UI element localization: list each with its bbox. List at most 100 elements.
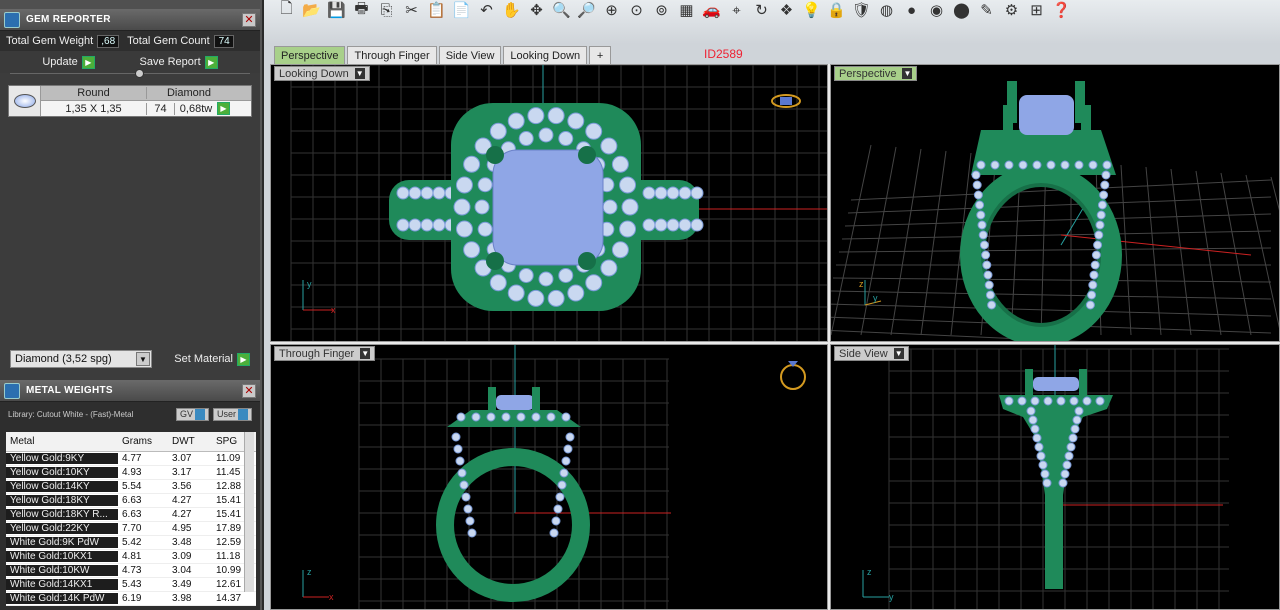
accent-diamond	[567, 284, 585, 302]
accent-diamond	[489, 122, 507, 140]
col-dwt[interactable]: DWT	[168, 436, 212, 447]
svg-text:y: y	[307, 279, 312, 289]
accent-diamond	[982, 260, 992, 270]
table-row[interactable]: White Gold:10KX1 4.81 3.09 11.18	[6, 550, 256, 564]
layers-icon[interactable]: ❖	[776, 0, 797, 20]
accent-diamond	[455, 176, 473, 194]
material-select[interactable]: Diamond (3,52 spg) ▼	[10, 350, 152, 368]
accent-diamond	[471, 412, 481, 422]
viewport-looking-down[interactable]: Looking Down ▼ y x	[270, 64, 828, 342]
hierarchy-icon[interactable]: ⊞	[1026, 0, 1047, 20]
table-cell: 11.45	[216, 467, 241, 478]
zoom-icon[interactable]: 🔍	[551, 0, 572, 20]
accent-diamond	[600, 137, 618, 155]
accent-diamond	[621, 198, 639, 216]
rotate-icon[interactable]: ↻	[751, 0, 772, 20]
undo-icon[interactable]: ↶	[476, 0, 497, 20]
save-report-button[interactable]: Save Report ▶	[139, 55, 218, 69]
scrollbar[interactable]	[244, 432, 254, 592]
chevron-down-icon: ▼	[136, 352, 150, 366]
sphere-gray-icon[interactable]: ◉	[926, 0, 947, 20]
new-file-icon[interactable]: 🗋	[276, 0, 297, 20]
accent-diamond	[451, 432, 461, 442]
add-tab-button[interactable]: +	[589, 46, 612, 64]
tab-through-finger[interactable]: Through Finger	[347, 46, 437, 64]
zoom-window-icon[interactable]: 🔎	[576, 0, 597, 20]
update-button[interactable]: Update ▶	[42, 55, 95, 69]
table-row[interactable]: Yellow Gold:9KY 4.77 3.07 11.09	[6, 452, 256, 466]
gem-slider[interactable]	[10, 69, 250, 81]
table-row[interactable]: White Gold:10KW 4.73 3.04 10.99	[6, 564, 256, 578]
mini-toolbar	[0, 0, 260, 9]
accent-diamond	[666, 186, 680, 200]
grid-icon[interactable]: ▦	[676, 0, 697, 20]
viewport-label-through-finger[interactable]: Through Finger ▼	[274, 346, 376, 361]
viewport-label-perspective[interactable]: Perspective ▼	[834, 66, 918, 81]
gv-button[interactable]: GV	[175, 407, 209, 421]
play-icon[interactable]: ▶	[217, 102, 230, 115]
accent-diamond	[463, 504, 473, 514]
close-icon[interactable]: ✕	[242, 12, 256, 27]
set-material-button[interactable]: Set Material ▶	[174, 352, 250, 366]
slider-knob[interactable]	[135, 69, 144, 78]
svg-text:y: y	[889, 592, 894, 602]
accent-diamond	[983, 270, 993, 280]
table-row[interactable]: Yellow Gold:18KY R... 6.63 4.27 15.41	[6, 508, 256, 522]
help-icon[interactable]: ❓	[1051, 0, 1072, 20]
table-cell: 15.41	[216, 495, 242, 506]
move-icon[interactable]: ✥	[526, 0, 547, 20]
lock-icon[interactable]: 🔒	[826, 0, 847, 20]
gear-icon[interactable]: ⚙	[1001, 0, 1022, 20]
viewport-through-finger[interactable]: Through Finger ▼ zx	[270, 344, 828, 610]
shield-icon[interactable]: 🛡	[851, 0, 872, 20]
table-row[interactable]: White Gold:14KX1 5.43 3.49 12.61	[6, 578, 256, 592]
accent-diamond	[602, 199, 618, 215]
tab-side-view[interactable]: Side View	[438, 46, 502, 64]
sphere-blue-icon[interactable]: ⬤	[951, 0, 972, 20]
gv-label: GV	[179, 409, 193, 419]
open-folder-icon[interactable]: 📂	[301, 0, 322, 20]
center-stone	[496, 395, 534, 410]
col-spg[interactable]: SPG	[212, 436, 248, 447]
clipboard-icon[interactable]: 📄	[451, 0, 472, 20]
tab-looking-down[interactable]: Looking Down	[503, 46, 588, 64]
accent-diamond	[507, 284, 525, 302]
table-cell: Yellow Gold:18KY R...	[6, 509, 118, 520]
save-icon[interactable]: 💾	[326, 0, 347, 20]
viewport-label-looking-down[interactable]: Looking Down ▼	[274, 66, 370, 81]
viewport-perspective[interactable]: Perspective ▼ zy	[830, 64, 1280, 342]
cut-icon[interactable]: ✂	[401, 0, 422, 20]
copy-icon[interactable]: ⎘	[376, 0, 397, 20]
sphere-icon[interactable]: ●	[901, 0, 922, 20]
zoom-dynamic-icon[interactable]: ⊚	[651, 0, 672, 20]
table-row[interactable]: Yellow Gold:14KY 5.54 3.56 12.88	[6, 480, 256, 494]
table-row[interactable]: Yellow Gold:10KY 4.93 3.17 11.45	[6, 466, 256, 480]
zoom-extents-icon[interactable]: ⊕	[601, 0, 622, 20]
color-wheel-icon[interactable]: ◍	[876, 0, 897, 20]
axes-triad: zx	[302, 567, 334, 602]
pan-hand-icon[interactable]: ✋	[501, 0, 522, 20]
close-icon[interactable]: ✕	[242, 383, 256, 398]
gem-row[interactable]: 1,35 X 1,35 74 0,68tw ▶	[41, 101, 251, 116]
table-row[interactable]: White Gold:14K PdW 6.19 3.98 14.37	[6, 592, 256, 606]
zoom-selected-icon[interactable]: ⊙	[626, 0, 647, 20]
print-icon[interactable]: 🖶	[351, 0, 372, 20]
tab-perspective[interactable]: Perspective	[274, 46, 346, 64]
table-cell: White Gold:9K PdW	[6, 537, 118, 548]
col-metal[interactable]: Metal	[6, 436, 118, 447]
col-grams[interactable]: Grams	[118, 436, 168, 447]
user-button[interactable]: User	[212, 407, 252, 421]
camera-icon[interactable]: ⌖	[726, 0, 747, 20]
viewport-side-view[interactable]: Side View ▼ zy	[830, 344, 1280, 610]
table-cell: 10.99	[216, 565, 242, 576]
light-bulb-icon[interactable]: 💡	[801, 0, 822, 20]
table-cell: 17.89	[216, 523, 242, 534]
table-row[interactable]: White Gold:9K PdW 5.42 3.48 12.59	[6, 536, 256, 550]
pencil-icon[interactable]: ✎	[976, 0, 997, 20]
table-cell: White Gold:10KW	[6, 565, 118, 576]
table-row[interactable]: Yellow Gold:18KY 6.63 4.27 15.41	[6, 494, 256, 508]
viewport-label-side-view[interactable]: Side View ▼	[834, 346, 909, 361]
table-row[interactable]: Yellow Gold:22KY 7.70 4.95 17.89	[6, 522, 256, 536]
car-icon[interactable]: 🚗	[701, 0, 722, 20]
paste-icon[interactable]: 📋	[426, 0, 447, 20]
